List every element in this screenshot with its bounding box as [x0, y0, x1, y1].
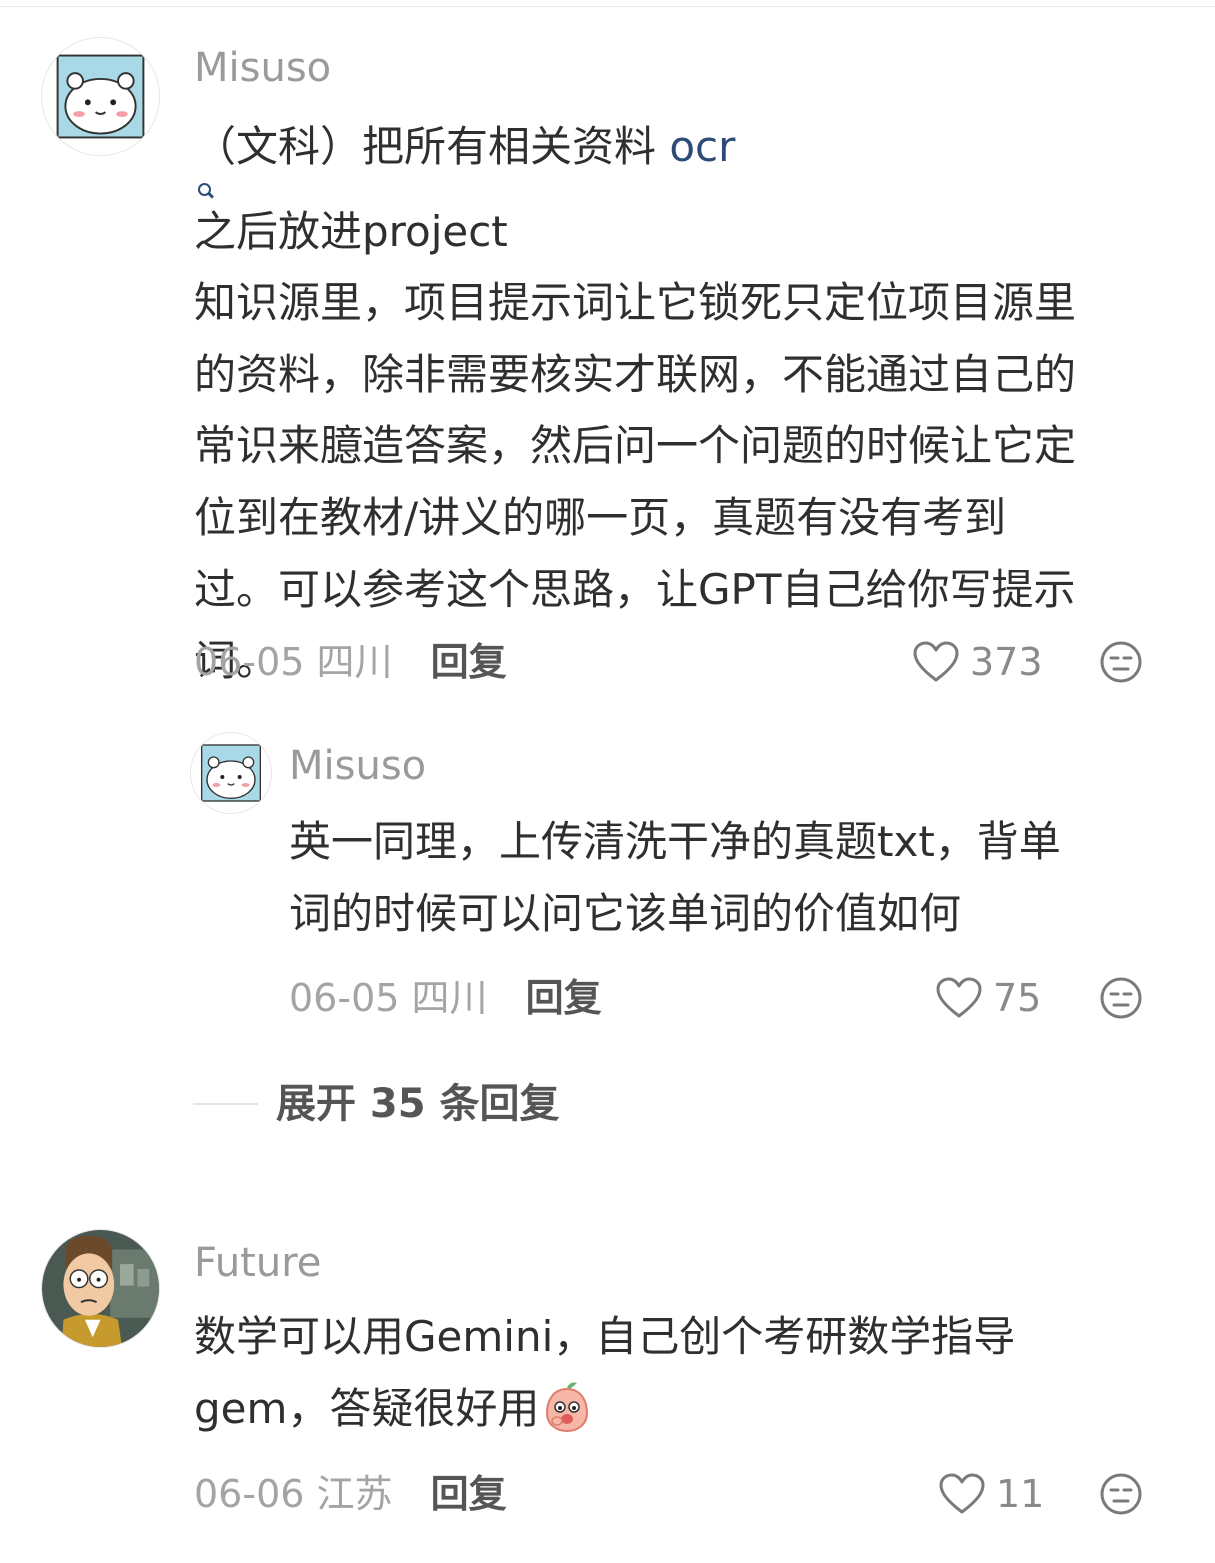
username[interactable]: Misuso [194, 44, 331, 92]
comment-location: 四川 [411, 976, 488, 1020]
expand-replies-label: 展开 35 条回复 [276, 1081, 560, 1127]
like-count: 11 [996, 1472, 1045, 1516]
reply-button[interactable]: 回复 [526, 976, 602, 1020]
neutral-face-icon[interactable] [1099, 640, 1143, 684]
like-count: 373 [970, 640, 1043, 684]
username[interactable]: Future [194, 1239, 321, 1287]
comment-line: 的资料，除非需要核实才联网，不能通过自己的 [194, 349, 1077, 399]
comment-meta: 06-05 四川 回复 [289, 976, 602, 1020]
comment-date: 06-06 [194, 1472, 305, 1516]
comment-text-segment: gem，答疑很好用 [194, 1383, 540, 1433]
comment-line: 过。可以参考这个思路，让GPT自己给你写提示 [194, 564, 1076, 614]
comment-text-segment: （文科）把所有相关资料 [194, 122, 670, 171]
comment-meta: 06-05 四川 回复 [194, 640, 507, 684]
neutral-face-icon[interactable] [1099, 976, 1143, 1020]
comment-date: 06-05 [289, 976, 400, 1020]
neutral-face-icon[interactable] [1099, 1472, 1143, 1516]
reply-button[interactable]: 回复 [431, 1472, 507, 1516]
comment-text: 英一同理，上传清洗干净的真题txt，背单 词的时候可以问它该单词的价值如何 [289, 806, 1169, 949]
heart-icon [913, 641, 959, 682]
avatar[interactable] [41, 37, 160, 156]
comment-location: 江苏 [316, 1472, 393, 1516]
like-button[interactable]: 373 [912, 640, 1043, 684]
avatar[interactable] [190, 732, 272, 814]
comment-location: 四川 [316, 640, 393, 684]
comment-meta: 06-06 江苏 回复 [194, 1472, 507, 1516]
comment-line: 数学可以用Gemini，自己创个考研数学指导 [194, 1312, 1016, 1361]
ocr-link-label: ocr [669, 122, 736, 171]
comment-text: （文科）把所有相关资料 ocr 之后放进project 知识源里，项目提示词让它… [194, 111, 1179, 697]
expand-replies-button[interactable]: 展开 35 条回复 [193, 1080, 560, 1128]
heart-icon [936, 977, 982, 1018]
like-button[interactable]: 11 [938, 1472, 1044, 1516]
comment-line: gem，答疑很好用 [194, 1373, 1179, 1445]
expand-divider [193, 1103, 258, 1105]
top-divider [0, 6, 1215, 7]
comment-line: 位到在教材/讲义的哪一页，真题有没有考到 [194, 492, 1007, 542]
comment-line: 常识来臆造答案，然后问一个问题的时候让它定 [194, 421, 1077, 471]
username[interactable]: Misuso [289, 742, 426, 790]
comment-line: 词的时候可以问它该单词的价值如何 [289, 888, 962, 938]
bear-avatar-icon [191, 733, 271, 813]
like-button[interactable]: 75 [935, 976, 1041, 1020]
search-icon [198, 182, 211, 196]
reply-button[interactable]: 回复 [431, 640, 507, 684]
comment-date: 06-05 [194, 640, 305, 684]
heart-icon [939, 1473, 985, 1514]
comment-line: 知识源里，项目提示词让它锁死只定位项目源里 [194, 278, 1077, 328]
peach-emoji-icon [546, 1382, 589, 1432]
comment-line: （文科）把所有相关资料 ocr 之后放进project [194, 111, 1179, 267]
comment-line: 英一同理，上传清洗干净的真题txt，背单 [289, 817, 1061, 866]
bear-avatar-icon [42, 38, 159, 155]
comment-text: 数学可以用Gemini，自己创个考研数学指导 gem，答疑很好用 [194, 1301, 1179, 1444]
comment-text-segment: 之后放进project [194, 206, 508, 256]
avatar[interactable] [41, 1229, 160, 1348]
like-count: 75 [993, 976, 1042, 1020]
cartoon-character-avatar-icon [42, 1230, 159, 1347]
